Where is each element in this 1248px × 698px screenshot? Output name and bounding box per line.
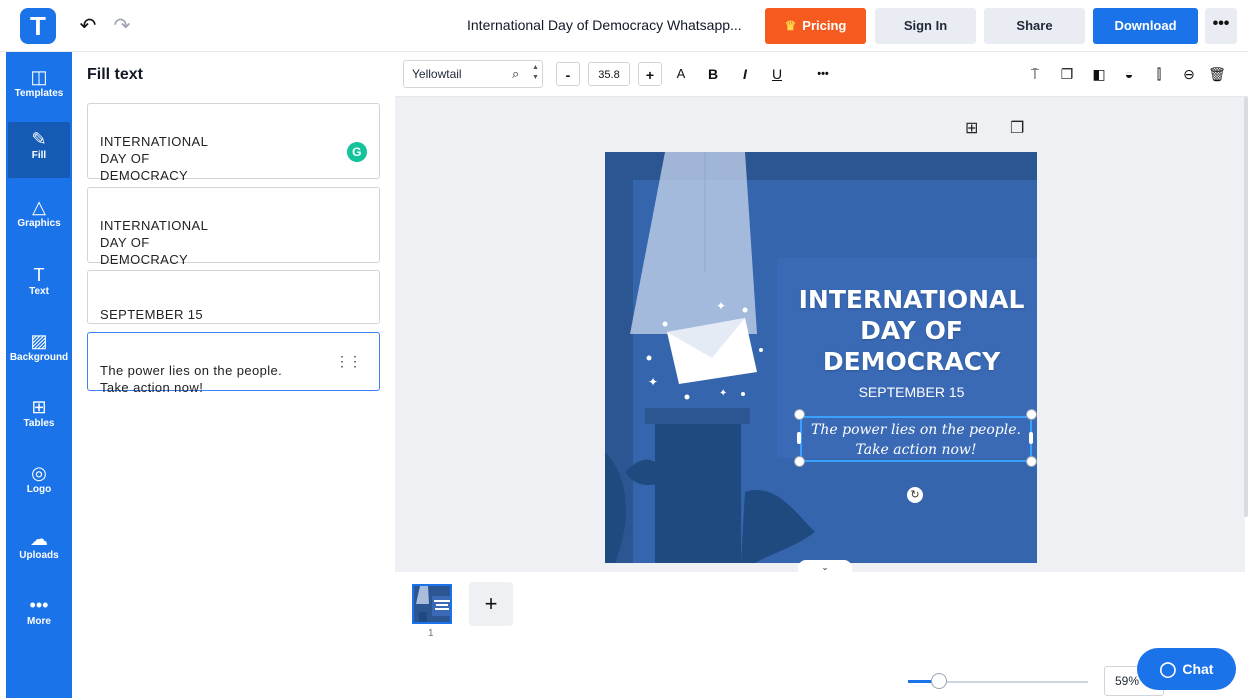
sidebar-item-tables[interactable]: ⊞ Tables <box>6 390 72 446</box>
svg-text:✦: ✦ <box>648 375 658 389</box>
sign-in-button[interactable]: Sign In <box>875 8 976 44</box>
layer-order-icon[interactable]: ◧ <box>1089 62 1109 86</box>
redo-icon[interactable]: ↷ <box>110 14 134 38</box>
text-field-title-2[interactable]: INTERNATIONAL DAY OF DEMOCRACY <box>87 187 380 267</box>
canvas-scrollbar[interactable] <box>1244 97 1248 517</box>
decrease-size-button[interactable]: - <box>556 62 580 86</box>
table-icon: ⊞ <box>31 397 47 417</box>
page-thumbnail[interactable] <box>412 584 452 624</box>
italic-button[interactable]: I <box>735 62 755 86</box>
sidebar-item-uploads[interactable]: ☁ Uploads <box>6 522 72 578</box>
sidebar-item-more[interactable]: ••• More <box>6 588 72 644</box>
spinner-icon[interactable]: ▲ ▼ <box>532 63 539 83</box>
search-icon: ⌕ <box>512 66 520 81</box>
opacity-icon[interactable]: ◒ <box>1119 62 1139 86</box>
resize-handle-bottom-right[interactable] <box>1026 456 1037 467</box>
page-number: 1 <box>428 628 434 639</box>
document-title[interactable]: International Day of Democracy Whatsapp.… <box>467 17 742 33</box>
align-icon[interactable]: ⫿ <box>1149 62 1169 86</box>
bold-button[interactable]: B <box>703 62 723 86</box>
sidebar-item-graphics[interactable]: △ Graphics <box>6 190 72 246</box>
increase-size-button[interactable]: + <box>638 62 662 86</box>
rotate-icon[interactable]: ↻ <box>907 487 923 503</box>
text-field-quote[interactable]: The power lies on the people. Take actio… <box>87 332 380 395</box>
resize-handle-left[interactable] <box>797 432 801 444</box>
duplicate-icon[interactable]: ❐ <box>1057 62 1077 86</box>
resize-handle-top-left[interactable] <box>794 409 805 420</box>
more-text-options-button[interactable]: ••• <box>813 62 833 86</box>
sidebar-item-fill[interactable]: ✎ Fill <box>8 122 70 178</box>
design-date-text[interactable]: SEPTEMBER 15 <box>790 384 1033 400</box>
copy-page-icon[interactable]: ❐ <box>1010 118 1024 138</box>
zoom-slider-handle[interactable] <box>931 673 947 689</box>
design-quote-text[interactable]: The power lies on the people. Take actio… <box>800 416 1032 462</box>
download-button[interactable]: Download <box>1093 8 1198 44</box>
chevron-down-icon[interactable]: ⌄ <box>798 560 852 574</box>
text-field-date[interactable]: SEPTEMBER 15 <box>87 270 380 324</box>
more-icon: ••• <box>29 595 49 615</box>
pricing-button[interactable]: ♛ Pricing <box>765 8 866 44</box>
resize-handle-bottom-left[interactable] <box>794 456 805 467</box>
add-page-icon[interactable]: ⊞ <box>965 118 978 138</box>
chat-icon: ◯ <box>1159 661 1177 678</box>
shapes-icon: △ <box>32 197 46 217</box>
design-title-text[interactable]: INTERNATIONAL DAY OF DEMOCRACY <box>790 284 1033 377</box>
text-case-button[interactable]: A <box>671 62 691 86</box>
share-button[interactable]: Share <box>984 8 1085 44</box>
top-bar: T ↶ ↷ International Day of Democracy Wha… <box>0 0 1248 52</box>
undo-icon[interactable]: ↶ <box>76 14 100 38</box>
thumbnail-preview <box>414 586 450 622</box>
link-icon[interactable]: ⊖ <box>1179 62 1199 86</box>
font-size-input[interactable]: 35.8 <box>588 62 630 86</box>
underline-button[interactable]: U <box>767 62 787 86</box>
svg-text:✦: ✦ <box>716 299 726 313</box>
delete-icon[interactable]: 🗑 <box>1207 62 1227 86</box>
logo-icon: ◎ <box>31 463 47 483</box>
sidebar-item-text[interactable]: T Text <box>6 258 72 314</box>
app-logo[interactable]: T <box>20 8 56 44</box>
text-icon: T <box>33 265 45 285</box>
font-family-select[interactable]: Yellowtail ⌕ ▲ ▼ <box>403 60 543 88</box>
text-field-title-1[interactable]: INTERNATIONAL DAY OF DEMOCRACY G <box>87 103 380 183</box>
left-sidebar: ◫ Templates ✎ Fill △ Graphics T Text ▨ B… <box>6 52 72 698</box>
drag-handle-icon[interactable]: ⋮⋮ <box>335 353 362 370</box>
sidebar-item-logo[interactable]: ◎ Logo <box>6 456 72 512</box>
more-options-button[interactable]: ••• <box>1205 8 1237 44</box>
templates-icon: ◫ <box>30 67 48 87</box>
pencil-icon: ✎ <box>31 129 47 149</box>
sidebar-item-templates[interactable]: ◫ Templates <box>6 60 72 116</box>
resize-handle-right[interactable] <box>1029 432 1033 444</box>
grammarly-icon[interactable]: G <box>347 142 367 162</box>
crown-icon: ♛ <box>784 18 797 33</box>
panel-title: Fill text <box>87 66 144 83</box>
svg-text:✦: ✦ <box>719 388 727 399</box>
add-page-button[interactable]: + <box>469 582 513 626</box>
sidebar-item-background[interactable]: ▨ Background <box>6 324 72 380</box>
background-icon: ▨ <box>30 331 48 351</box>
chat-button[interactable]: ◯ Chat <box>1137 648 1236 690</box>
cloud-upload-icon: ☁ <box>30 529 48 549</box>
resize-handle-top-right[interactable] <box>1026 409 1037 420</box>
paint-roller-icon[interactable]: ⍑ <box>1025 62 1045 86</box>
text-toolbar: Yellowtail ⌕ ▲ ▼ - 35.8 + A B I U ••• ⍑ ❐… <box>395 52 1248 97</box>
